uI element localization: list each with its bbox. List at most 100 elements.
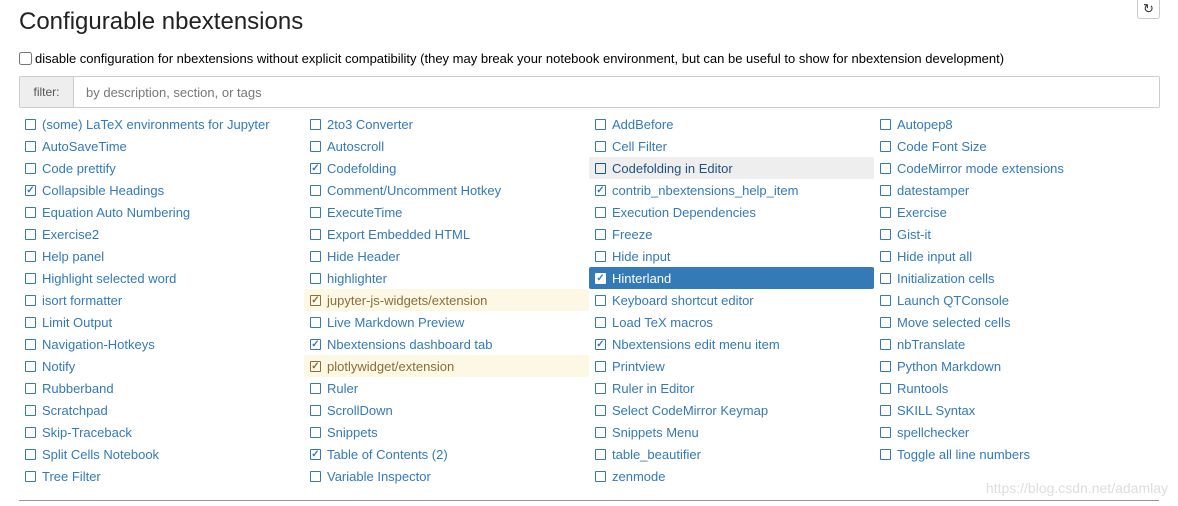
unchecked-checkbox-icon[interactable] [25,162,36,174]
checked-checkbox-icon[interactable]: ✓ [595,338,606,350]
unchecked-checkbox-icon[interactable] [880,382,891,394]
nbextension-item[interactable]: ScrollDown [304,399,589,421]
nbextension-item[interactable]: Gist-it [874,223,1159,245]
nbextension-item[interactable]: Keyboard shortcut editor [589,289,874,311]
unchecked-checkbox-icon[interactable] [595,382,606,394]
unchecked-checkbox-icon[interactable] [595,140,606,152]
nbextension-item[interactable]: Printview [589,355,874,377]
unchecked-checkbox-icon[interactable] [25,206,36,218]
unchecked-checkbox-icon[interactable] [25,294,36,306]
nbextension-item[interactable]: ✓ plotlywidget/extension [304,355,589,377]
nbextension-item[interactable]: Select CodeMirror Keymap [589,399,874,421]
unchecked-checkbox-icon[interactable] [25,404,36,416]
filter-input[interactable] [74,77,1159,107]
nbextension-item[interactable]: Code prettify [19,157,304,179]
unchecked-checkbox-icon[interactable] [880,140,891,152]
unchecked-checkbox-icon[interactable] [25,316,36,328]
unchecked-checkbox-icon[interactable] [310,228,321,240]
nbextension-item[interactable]: Limit Output [19,311,304,333]
nbextension-item[interactable]: SKILL Syntax [874,399,1159,421]
unchecked-checkbox-icon[interactable] [880,404,891,416]
unchecked-checkbox-icon[interactable] [25,338,36,350]
unchecked-checkbox-icon[interactable] [595,162,606,174]
unchecked-checkbox-icon[interactable] [880,294,891,306]
nbextension-item[interactable]: Split Cells Notebook [19,443,304,465]
unchecked-checkbox-icon[interactable] [310,206,321,218]
nbextension-item[interactable]: Autoscroll [304,135,589,157]
unchecked-checkbox-icon[interactable] [25,228,36,240]
nbextension-item[interactable]: Code Font Size [874,135,1159,157]
unchecked-checkbox-icon[interactable] [880,228,891,240]
unchecked-checkbox-icon[interactable] [880,338,891,350]
unchecked-checkbox-icon[interactable] [310,118,321,130]
unchecked-checkbox-icon[interactable] [880,360,891,372]
unchecked-checkbox-icon[interactable] [25,448,36,460]
unchecked-checkbox-icon[interactable] [880,426,891,438]
checked-checkbox-icon[interactable]: ✓ [310,360,321,372]
nbextension-item[interactable]: Skip-Traceback [19,421,304,443]
unchecked-checkbox-icon[interactable] [310,426,321,438]
nbextension-item[interactable]: ✓ jupyter-js-widgets/extension [304,289,589,311]
unchecked-checkbox-icon[interactable] [25,140,36,152]
nbextension-item[interactable]: highlighter [304,267,589,289]
unchecked-checkbox-icon[interactable] [310,470,321,482]
checked-checkbox-icon[interactable]: ✓ [310,338,321,350]
nbextension-item[interactable]: Live Markdown Preview [304,311,589,333]
nbextension-item[interactable]: Initialization cells [874,267,1159,289]
unchecked-checkbox-icon[interactable] [25,426,36,438]
nbextension-item[interactable]: Hide input [589,245,874,267]
nbextension-item[interactable]: spellchecker [874,421,1159,443]
checked-checkbox-icon[interactable]: ✓ [595,272,606,284]
nbextension-item[interactable]: Load TeX macros [589,311,874,333]
nbextension-item[interactable]: Comment/Uncomment Hotkey [304,179,589,201]
unchecked-checkbox-icon[interactable] [880,316,891,328]
checked-checkbox-icon[interactable]: ✓ [310,448,321,460]
checked-checkbox-icon[interactable]: ✓ [310,294,321,306]
unchecked-checkbox-icon[interactable] [310,140,321,152]
nbextension-item[interactable]: Equation Auto Numbering [19,201,304,223]
nbextension-item[interactable]: ✓ Table of Contents (2) [304,443,589,465]
nbextension-item[interactable]: Snippets Menu [589,421,874,443]
checked-checkbox-icon[interactable]: ✓ [25,184,36,196]
nbextension-item[interactable]: Help panel [19,245,304,267]
nbextension-item[interactable]: AddBefore [589,113,874,135]
unchecked-checkbox-icon[interactable] [310,184,321,196]
nbextension-item[interactable]: 2to3 Converter [304,113,589,135]
nbextension-item[interactable]: Exercise [874,201,1159,223]
unchecked-checkbox-icon[interactable] [25,118,36,130]
nbextension-item[interactable]: Cell Filter [589,135,874,157]
unchecked-checkbox-icon[interactable] [25,250,36,262]
nbextension-item[interactable]: Move selected cells [874,311,1159,333]
nbextension-item[interactable]: Navigation-Hotkeys [19,333,304,355]
unchecked-checkbox-icon[interactable] [595,118,606,130]
nbextension-item[interactable]: ✓ contrib_nbextensions_help_item [589,179,874,201]
unchecked-checkbox-icon[interactable] [595,360,606,372]
unchecked-checkbox-icon[interactable] [880,206,891,218]
nbextension-item[interactable]: ✓ Collapsible Headings [19,179,304,201]
unchecked-checkbox-icon[interactable] [595,250,606,262]
nbextension-item[interactable]: ✓ Nbextensions edit menu item [589,333,874,355]
nbextension-item[interactable]: ✓ Codefolding [304,157,589,179]
nbextension-item[interactable]: Freeze [589,223,874,245]
unchecked-checkbox-icon[interactable] [880,250,891,262]
unchecked-checkbox-icon[interactable] [310,316,321,328]
unchecked-checkbox-icon[interactable] [25,272,36,284]
nbextension-item[interactable]: Python Markdown [874,355,1159,377]
unchecked-checkbox-icon[interactable] [310,272,321,284]
nbextension-item[interactable]: Ruler [304,377,589,399]
nbextension-item[interactable]: (some) LaTeX environments for Jupyter [19,113,304,135]
nbextension-item[interactable]: zenmode [589,465,874,487]
nbextension-item[interactable]: CodeMirror mode extensions [874,157,1159,179]
nbextension-item[interactable]: Codefolding in Editor [589,157,874,179]
unchecked-checkbox-icon[interactable] [310,250,321,262]
checked-checkbox-icon[interactable]: ✓ [310,162,321,174]
nbextension-item[interactable]: Hide input all [874,245,1159,267]
nbextension-item[interactable]: Variable Inspector [304,465,589,487]
nbextension-item[interactable]: Toggle all line numbers [874,443,1159,465]
unchecked-checkbox-icon[interactable] [880,184,891,196]
nbextension-item[interactable]: Exercise2 [19,223,304,245]
compat-toggle[interactable]: disable configuration for nbextensions w… [19,51,1004,66]
nbextension-item[interactable]: AutoSaveTime [19,135,304,157]
unchecked-checkbox-icon[interactable] [310,382,321,394]
unchecked-checkbox-icon[interactable] [595,228,606,240]
